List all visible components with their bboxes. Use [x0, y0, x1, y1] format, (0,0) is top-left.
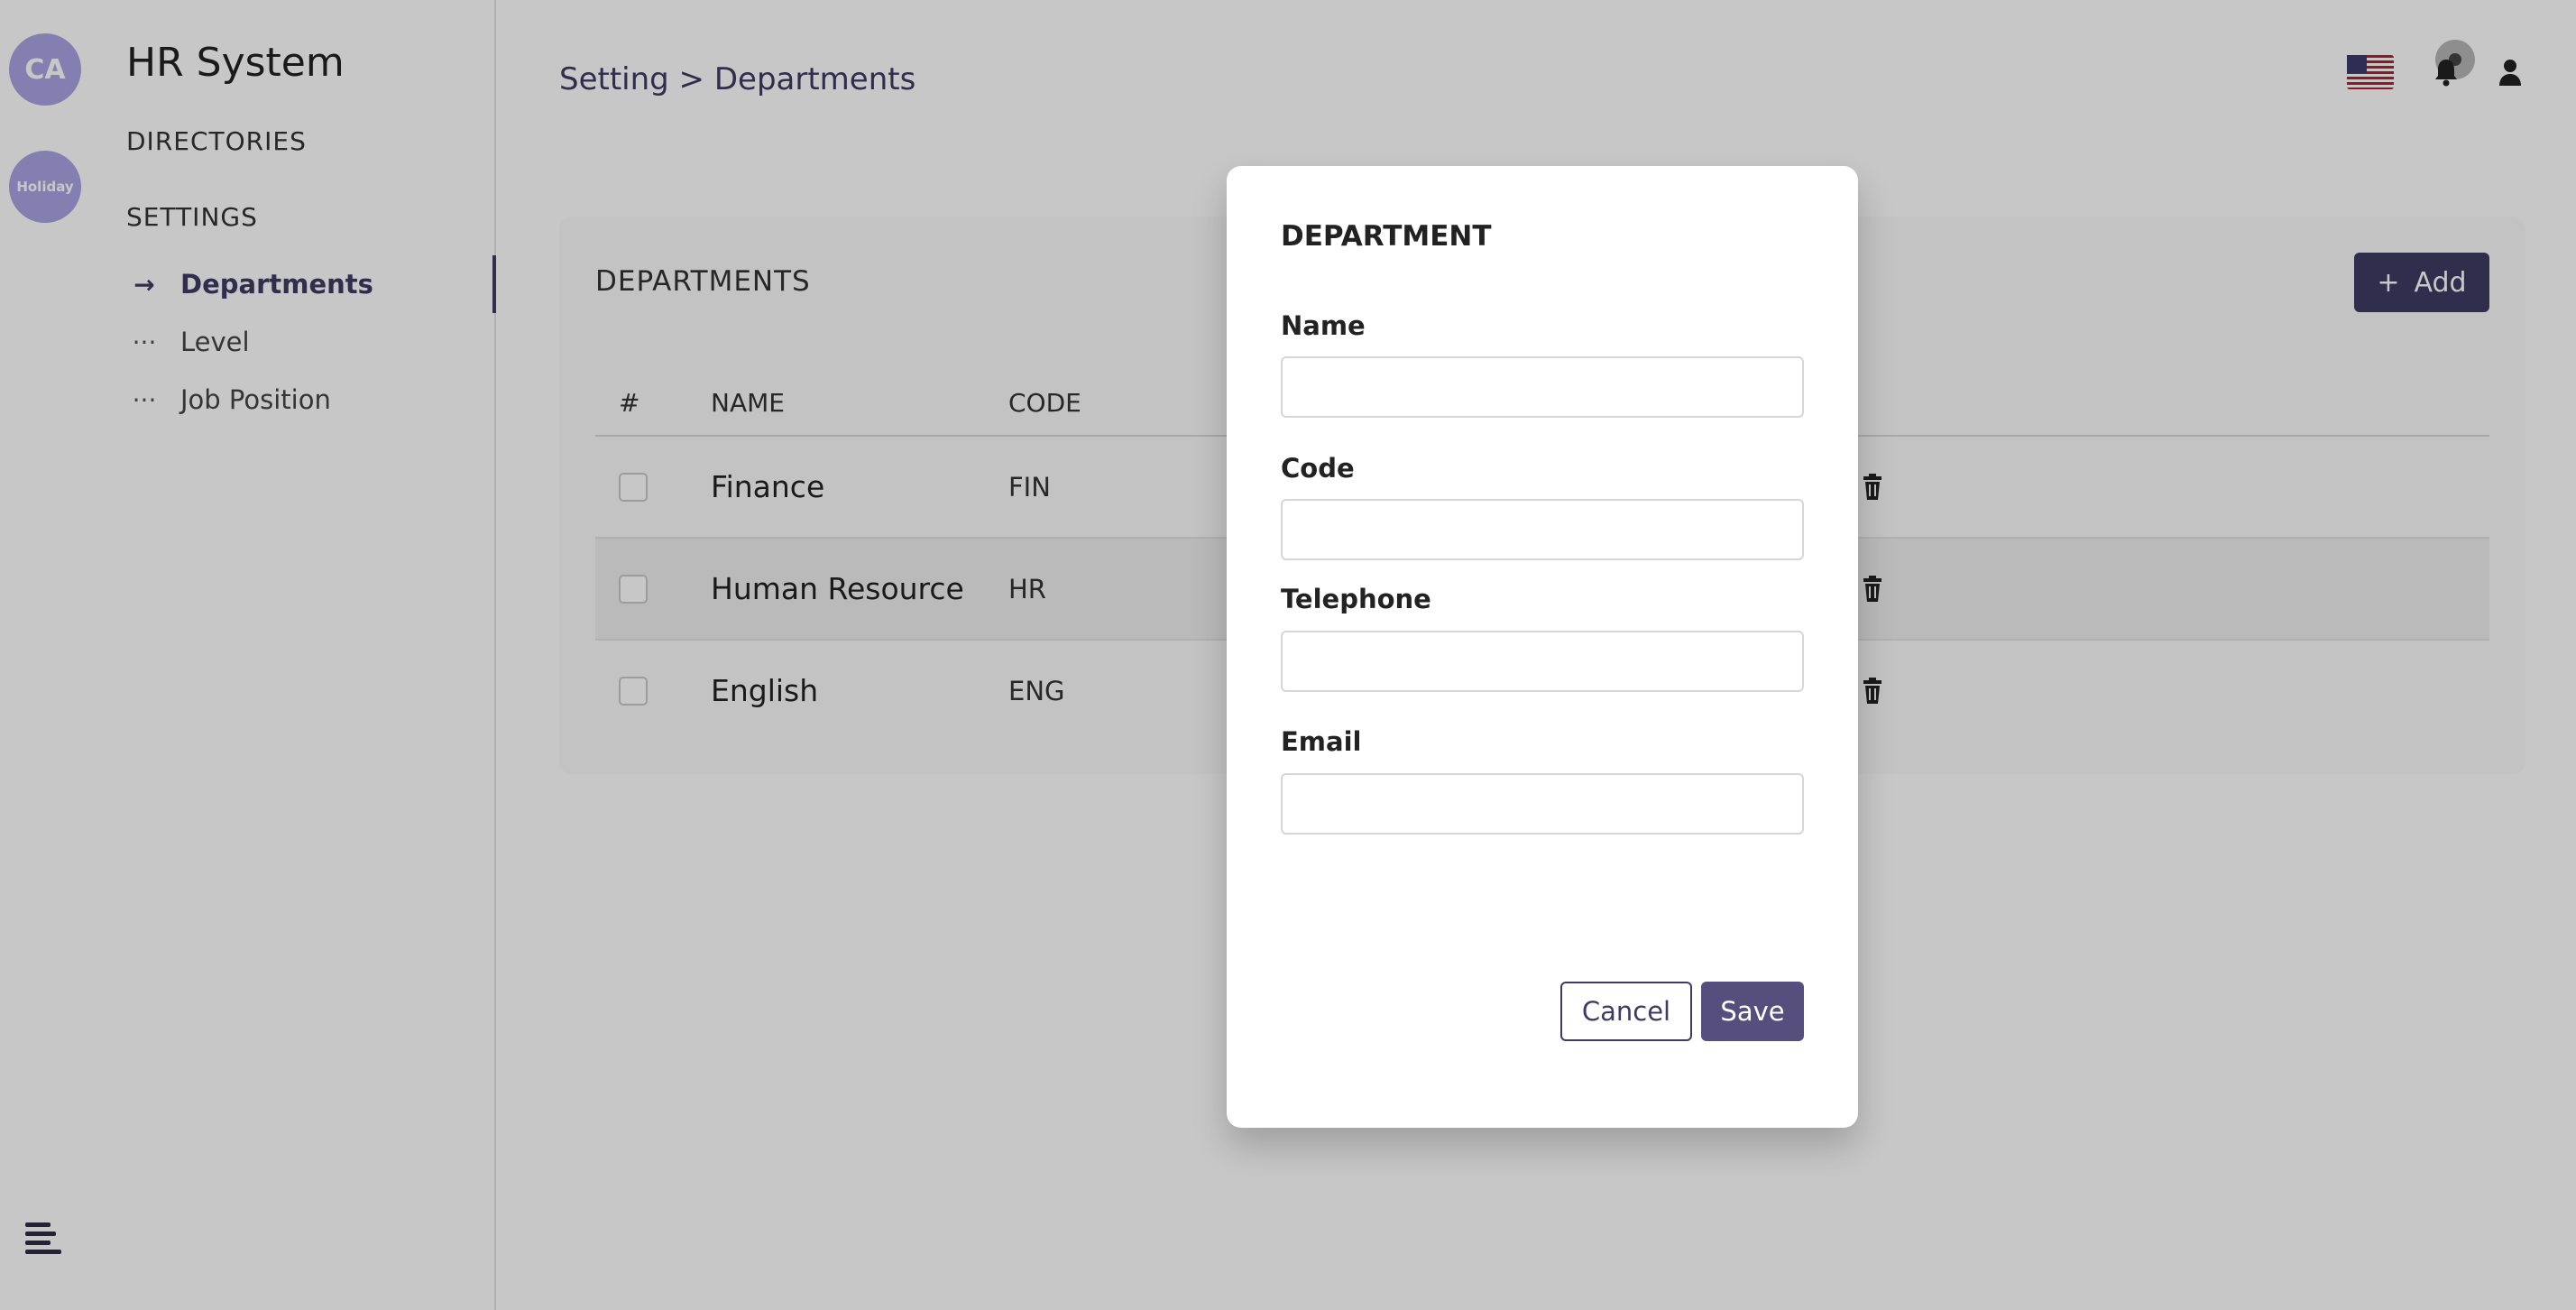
- name-field[interactable]: [1281, 356, 1804, 418]
- department-modal: DEPARTMENT Name Code Telephone Email Can…: [1227, 166, 1858, 1128]
- code-label: Code: [1281, 453, 1355, 484]
- cancel-button[interactable]: Cancel: [1560, 982, 1692, 1041]
- email-field[interactable]: [1281, 773, 1804, 835]
- save-button[interactable]: Save: [1701, 982, 1804, 1041]
- email-label: Email: [1281, 726, 1362, 757]
- modal-title: DEPARTMENT: [1281, 220, 1492, 253]
- telephone-label: Telephone: [1281, 584, 1431, 614]
- telephone-field[interactable]: [1281, 631, 1804, 692]
- name-label: Name: [1281, 310, 1366, 341]
- code-field[interactable]: [1281, 499, 1804, 560]
